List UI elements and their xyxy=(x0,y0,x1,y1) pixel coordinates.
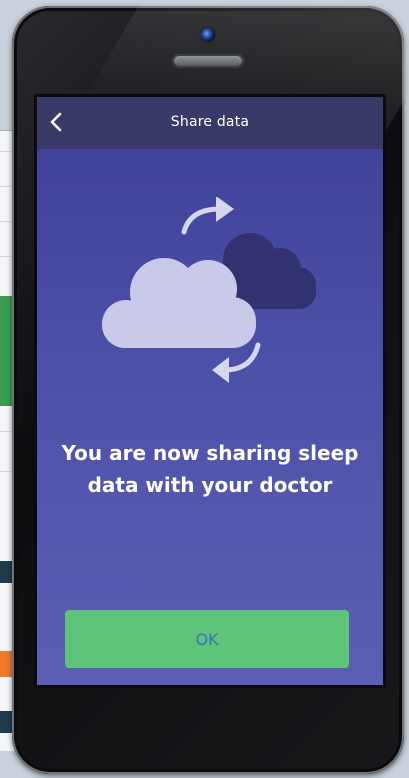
arrow-right-curved-icon xyxy=(181,206,223,235)
header-bar: Share data xyxy=(37,97,383,149)
ok-button[interactable]: OK xyxy=(65,610,349,668)
phone-frame: Share data You are now sharing sleep dat… xyxy=(12,6,404,774)
confirmation-message: You are now sharing sleep data with your… xyxy=(37,437,383,501)
earpiece-speaker xyxy=(172,54,244,68)
page-title: Share data xyxy=(170,114,250,130)
back-button[interactable] xyxy=(43,107,73,137)
chevron-left-icon xyxy=(50,112,62,132)
front-camera xyxy=(201,28,215,42)
arrow-left-head xyxy=(212,357,229,383)
message-line-2: data with your doctor xyxy=(87,473,333,497)
phone-screen: Share data You are now sharing sleep dat… xyxy=(34,94,386,688)
arrow-left-curved-icon xyxy=(223,342,261,373)
cloud-sync-icon xyxy=(102,197,316,383)
share-data-screen: Share data You are now sharing sleep dat… xyxy=(37,97,383,685)
message-line-1: You are now sharing sleep xyxy=(61,441,359,465)
arrow-right-head xyxy=(216,197,234,222)
